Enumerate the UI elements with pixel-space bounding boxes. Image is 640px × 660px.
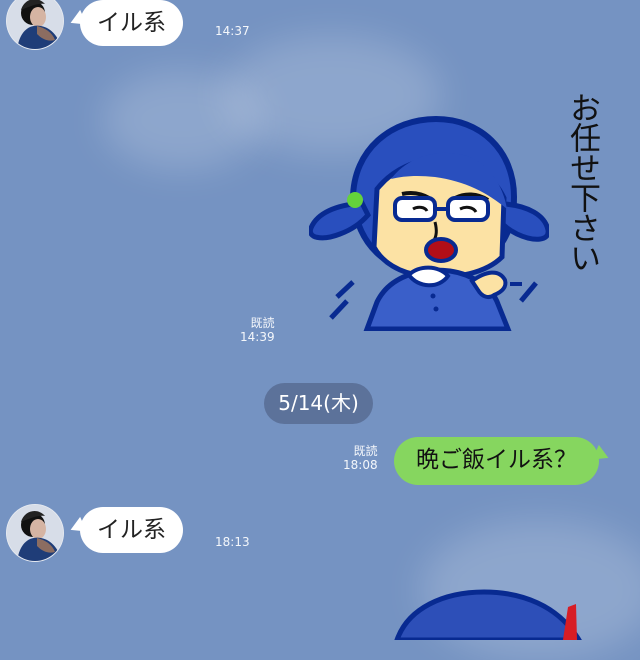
date-separator: 5/14(木)	[264, 383, 373, 424]
girl-sticker-icon	[309, 115, 549, 331]
message-time: 14:37	[215, 24, 250, 38]
partial-sticker[interactable]	[372, 550, 640, 640]
avatar[interactable]	[6, 0, 64, 50]
avatar[interactable]	[6, 504, 64, 562]
message-text: イル系	[97, 10, 166, 36]
message-bubble-incoming[interactable]: イル系	[80, 507, 183, 553]
girl-sticker[interactable]	[309, 111, 549, 331]
sticker-caption: お任せ下さい	[564, 92, 600, 272]
message-meta: 既読 14:39	[240, 316, 275, 344]
message-text: 晩ご飯イル系？	[416, 447, 577, 473]
message-time: 18:13	[215, 535, 250, 549]
message-text: イル系	[97, 517, 166, 543]
message-bubble-outgoing[interactable]: 晩ご飯イル系？	[394, 437, 599, 485]
partial-sticker-icon	[394, 589, 582, 640]
message-bubble-incoming[interactable]: イル系	[80, 0, 183, 46]
profile-photo-icon	[7, 505, 63, 561]
message-meta: 既読 18:08	[343, 444, 378, 472]
profile-photo-icon	[7, 0, 63, 49]
